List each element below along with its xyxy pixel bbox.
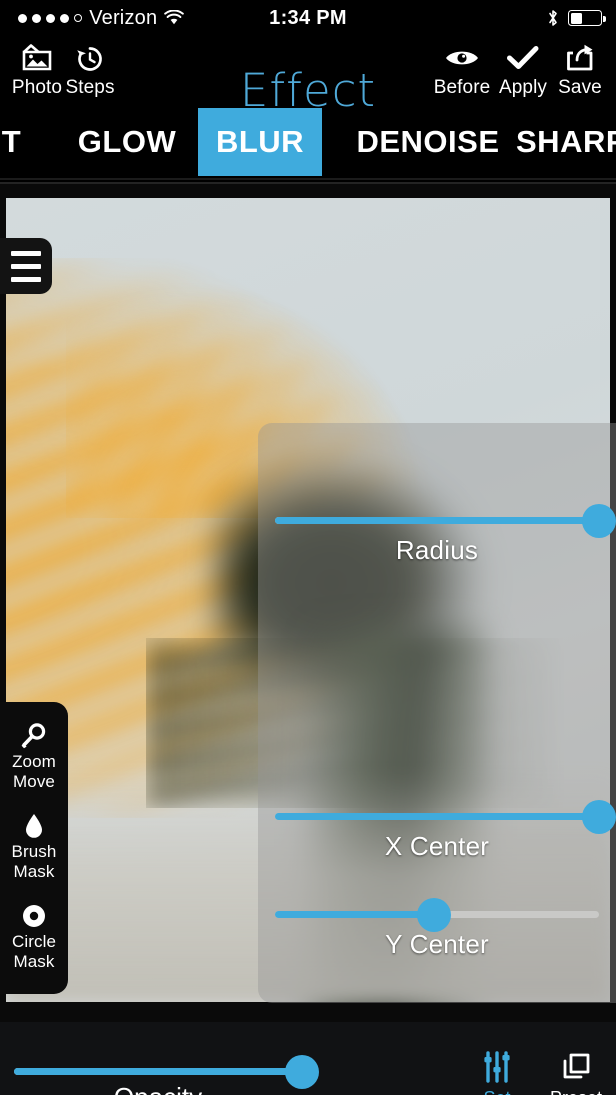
tab-sharpen-label: SHARP [516, 124, 616, 159]
tab-blur[interactable]: BLUR [198, 108, 322, 176]
slider-x-center-label: X Center [384, 831, 490, 861]
set-button-label: Set [483, 1087, 510, 1095]
circle-dot-icon [20, 900, 48, 932]
droplet-icon [22, 810, 46, 842]
tool-circle-mask-label-2: Mask [13, 952, 55, 971]
tool-zoom-move[interactable]: Zoom Move [0, 712, 68, 802]
tab-blur-label: BLUR [215, 124, 305, 159]
slider-y-center-knob[interactable] [416, 897, 451, 932]
effect-tab-bar: HT GLOW BLUR DENOISE SHARP [0, 108, 616, 180]
tool-brush-mask[interactable]: Brush Mask [0, 802, 68, 892]
tab-light-label: HT [0, 124, 22, 159]
tool-circle-mask-label-1: Circle [11, 932, 57, 951]
tab-glow[interactable]: GLOW [62, 108, 192, 176]
hamburger-bar [11, 250, 41, 256]
set-button[interactable]: Set [455, 1048, 539, 1095]
slider-radius-label: Radius [395, 535, 479, 565]
preset-button[interactable]: Preset [534, 1048, 616, 1095]
before-button-label: Before [433, 77, 491, 98]
slider-x-center-knob[interactable] [582, 799, 616, 834]
battery-icon [568, 10, 606, 26]
slider-y-center-label: Y Center [385, 929, 489, 959]
magnifier-icon [19, 720, 49, 752]
hamburger-menu-icon[interactable] [0, 238, 52, 294]
app-root: Verizon 1:34 PM Photo Steps Effect Befor… [0, 0, 616, 1095]
tab-sharpen[interactable]: SHARP [516, 108, 616, 176]
tool-brush-mask-label-2: Mask [13, 862, 55, 881]
slider-radius-fill [275, 517, 599, 524]
tab-denoise-label: DENOISE [356, 124, 500, 159]
slider-opacity-label: Opacity [14, 1082, 302, 1095]
tool-zoom-move-label-2: Move [13, 772, 55, 791]
tool-zoom-move-label-1: Zoom [12, 752, 56, 771]
slider-opacity-fill [14, 1068, 302, 1075]
tab-bar-divider [0, 178, 616, 180]
preset-button-label: Preset [550, 1087, 602, 1095]
hamburger-bar [11, 276, 41, 282]
eye-icon [443, 40, 481, 76]
top-toolbar: Photo Steps Effect Before Apply Save [0, 36, 616, 116]
hamburger-bar [11, 263, 41, 269]
bottom-bar: Opacity Set Preset [0, 1022, 616, 1095]
slider-y-center-fill [275, 911, 434, 918]
save-button-label: Save [558, 77, 602, 98]
apply-button-label: Apply [498, 77, 548, 98]
tool-brush-mask-label-1: Brush [11, 842, 57, 861]
tab-denoise[interactable]: DENOISE [330, 108, 526, 176]
slider-radius-knob[interactable] [582, 503, 616, 538]
copy-squares-icon [560, 1048, 592, 1086]
tool-circle-mask[interactable]: Circle Mask [0, 892, 68, 982]
save-button[interactable]: Save [543, 40, 616, 106]
sliders-icon [480, 1048, 514, 1086]
status-bar-right [547, 0, 606, 36]
share-export-icon [564, 40, 596, 76]
status-bar-center: 1:34 PM [0, 0, 616, 36]
slider-radius-track[interactable] [275, 503, 616, 538]
tab-glow-label: GLOW [77, 124, 177, 159]
slider-y-center-track[interactable] [275, 897, 599, 932]
photo-canvas[interactable]: Zoom Move Brush Mask Circle Mask Radius … [0, 182, 616, 1022]
clock-label: 1:34 PM [269, 6, 347, 29]
tab-light[interactable]: HT [0, 108, 46, 176]
checkmark-icon [506, 40, 540, 76]
mask-tool-strip: Zoom Move Brush Mask Circle Mask [0, 702, 68, 994]
effect-settings-panel: Radius X Center Y Center [258, 423, 616, 1003]
slider-x-center-fill [275, 813, 599, 820]
slider-x-center-track[interactable] [275, 799, 616, 834]
slider-opacity-track[interactable] [14, 1054, 319, 1089]
status-bar: Verizon 1:34 PM [0, 0, 616, 36]
bluetooth-icon [547, 8, 559, 28]
